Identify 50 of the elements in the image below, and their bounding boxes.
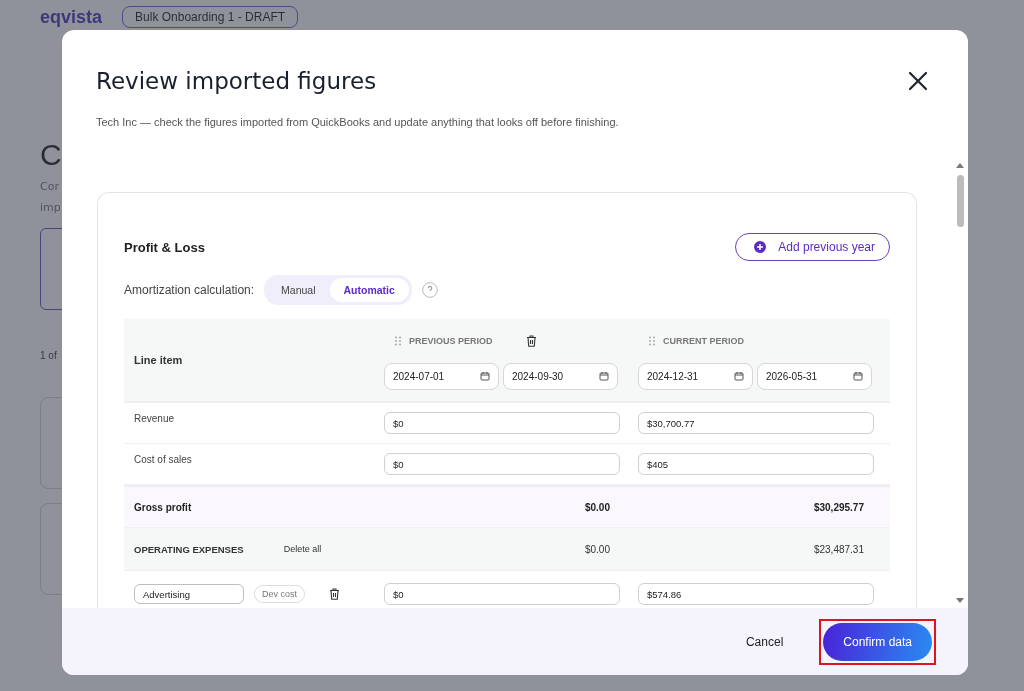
amortization-label: Amortization calculation: xyxy=(124,283,255,297)
period-heading: PREVIOUS PERIOD xyxy=(409,335,493,346)
calendar-icon xyxy=(853,371,863,381)
page-description: Cor xyxy=(40,180,59,193)
page-heading: C xyxy=(40,138,62,172)
scrollbar-thumb[interactable] xyxy=(956,175,964,227)
delete-all-button[interactable]: Delete all xyxy=(283,544,322,554)
pager-text: 1 of xyxy=(40,350,57,361)
confirm-button[interactable]: Confirm data xyxy=(823,622,932,661)
scroll-down-icon[interactable] xyxy=(955,597,965,604)
plus-icon xyxy=(754,241,767,253)
total-label: Gross profit xyxy=(134,501,192,513)
amount-field[interactable]: $574.86 xyxy=(638,583,874,605)
line-item-label: Revenue xyxy=(134,412,175,424)
page-description: imp xyxy=(40,201,61,214)
trash-icon[interactable] xyxy=(525,334,537,347)
drag-handle-icon[interactable] xyxy=(648,335,656,346)
amount-field[interactable]: $0 xyxy=(384,453,620,475)
scroll-up-icon[interactable] xyxy=(955,162,965,169)
amount-field[interactable]: $0 xyxy=(384,412,620,434)
close-icon[interactable] xyxy=(908,71,928,91)
group-total: $0.00 xyxy=(584,543,610,555)
project-dropdown[interactable]: Bulk Onboarding 1 - DRAFT xyxy=(122,6,299,28)
add-previous-year-button[interactable]: Add previous year xyxy=(735,233,890,261)
date-field[interactable]: 2024-12-31 xyxy=(638,362,753,390)
segment-option[interactable]: Manual xyxy=(267,278,330,302)
group-heading: OPERATING EXPENSES xyxy=(134,543,244,555)
amount-field[interactable]: $0 xyxy=(384,583,620,605)
total-value: $30,295.77 xyxy=(813,501,864,513)
line-item-name-field[interactable]: Advertising xyxy=(134,584,244,604)
drag-handle-icon[interactable] xyxy=(394,335,402,346)
date-field[interactable]: 2024-07-01 xyxy=(384,362,499,390)
line-item-label: Cost of sales xyxy=(134,453,192,465)
section-title: Profit & Loss xyxy=(124,239,205,255)
dialog-title: Review imported figures xyxy=(96,68,377,94)
period-heading: CURRENT PERIOD xyxy=(663,335,744,346)
column-heading: Line item xyxy=(134,354,183,366)
calendar-icon xyxy=(480,371,490,381)
date-field[interactable]: 2026-05-31 xyxy=(757,362,872,390)
total-value: $0.00 xyxy=(584,501,610,513)
amount-field[interactable]: $30,700.77 xyxy=(638,412,874,434)
amount-field[interactable]: $405 xyxy=(638,453,874,475)
cancel-button[interactable]: Cancel xyxy=(739,633,790,650)
dialog-subtitle: Tech Inc — check the figures imported from QuickBooks and update anything that looks off before finishing. xyxy=(95,115,620,128)
group-total: $23,487.31 xyxy=(813,543,864,555)
calendar-icon xyxy=(734,371,744,381)
trash-icon[interactable] xyxy=(329,588,340,600)
date-field[interactable]: 2024-09-30 xyxy=(503,362,618,390)
segment-option[interactable]: Automatic xyxy=(329,278,409,302)
calendar-icon xyxy=(599,371,609,381)
